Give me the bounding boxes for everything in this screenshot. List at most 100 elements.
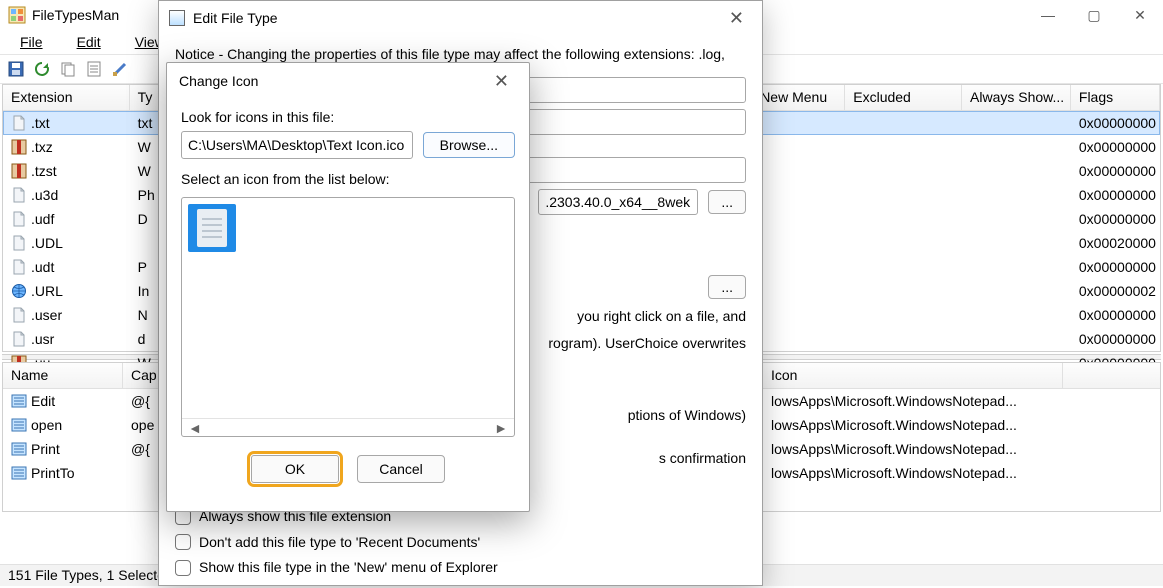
excluded-cell [845,217,962,221]
ext-text: .tzst [31,163,57,179]
toolbar-options-icon[interactable] [108,57,132,81]
icon-listbox[interactable]: ◄ ► [181,197,515,437]
ok-button[interactable]: OK [251,455,339,483]
col-always-show[interactable]: Always Show... [962,85,1071,110]
app-title: FileTypesMan [32,7,119,23]
edit-browse-2[interactable]: ... [708,275,746,299]
action-name: PrintTo [31,465,75,481]
close-button[interactable]: ✕ [1117,0,1163,30]
ext-text: .UDL [31,235,63,251]
alwaysshow-cell [962,217,1071,221]
cancel-button[interactable]: Cancel [357,455,445,483]
icon-scrollbar[interactable]: ◄ ► [182,418,514,436]
checkbox-recent-documents[interactable]: Don't add this file type to 'Recent Docu… [175,533,746,553]
action-name: open [31,417,62,433]
minimize-button[interactable]: — [1025,0,1071,30]
toolbar-copy-icon[interactable] [56,57,80,81]
excluded-cell [845,121,962,125]
toolbar-properties-icon[interactable] [82,57,106,81]
alwaysshow-cell [962,337,1071,341]
newmenu-cell [752,145,845,149]
edit-browse-1[interactable]: ... [708,190,746,214]
col-flags[interactable]: Flags [1071,85,1160,110]
newmenu-cell [752,289,845,293]
edit-dialog-icon [169,10,185,26]
flags-cell: 0x00000000 [1071,329,1160,349]
text-file-icon [197,209,227,247]
menu-edit[interactable]: Edit [61,32,117,52]
col-icon[interactable]: Icon [763,363,1063,388]
look-for-label: Look for icons in this file: [181,109,515,125]
ext-text: .udf [31,211,54,227]
file-type-icon [11,259,27,275]
file-type-icon [11,235,27,251]
excluded-cell [845,337,962,341]
file-type-icon [11,211,27,227]
excluded-cell [845,241,962,245]
change-icon-title: Change Icon [179,73,258,89]
icon-file-path-input[interactable] [181,131,413,159]
scroll-left-icon[interactable]: ◄ [188,420,202,436]
alwaysshow-cell [962,169,1071,173]
flags-cell: 0x00000000 [1071,185,1160,205]
status-text: 151 File Types, 1 Selected [8,567,173,583]
file-type-icon [11,115,27,131]
col-new-menu[interactable]: New Menu [752,85,845,110]
newmenu-cell [752,217,845,221]
flags-cell: 0x00000000 [1071,161,1160,181]
excluded-cell [845,289,962,293]
alwaysshow-cell [962,145,1071,149]
alwaysshow-cell [962,241,1071,245]
flags-cell: 0x00000000 [1071,305,1160,325]
action-icon [11,417,27,433]
scroll-right-icon[interactable]: ► [494,420,508,436]
newmenu-cell [752,313,845,317]
alwaysshow-cell [962,193,1071,197]
edit-dialog-titlebar[interactable]: Edit File Type ✕ [159,1,762,35]
change-icon-titlebar[interactable]: Change Icon ✕ [167,63,529,99]
checkbox-icon [175,534,191,550]
file-type-icon [11,139,27,155]
flags-cell: 0x00000000 [1071,113,1160,133]
action-icon-path: lowsApps\Microsoft.WindowsNotepad... [763,463,1063,483]
newmenu-cell [752,121,845,125]
browse-button[interactable]: Browse... [423,132,515,158]
action-icon-path: lowsApps\Microsoft.WindowsNotepad... [763,391,1063,411]
edit-dialog-close-icon[interactable]: ✕ [721,8,752,29]
col-extension[interactable]: Extension [3,85,130,110]
file-type-icon [11,307,27,323]
select-icon-label: Select an icon from the list below: [181,171,515,187]
newmenu-cell [752,169,845,173]
excluded-cell [845,169,962,173]
action-name: Edit [31,393,55,409]
maximize-button[interactable]: ▢ [1071,0,1117,30]
flags-cell: 0x00000000 [1071,209,1160,229]
file-type-icon [11,283,27,299]
flags-cell: 0x00020000 [1071,233,1160,253]
newmenu-cell [752,241,845,245]
checkbox-icon [175,560,191,576]
toolbar-refresh-icon[interactable] [30,57,54,81]
action-icon [11,393,27,409]
edit-program-path[interactable] [538,189,698,215]
change-icon-close-icon[interactable]: ✕ [486,71,517,92]
ext-text: .txt [31,115,50,131]
col-excluded[interactable]: Excluded [845,85,962,110]
action-icon [11,441,27,457]
ext-text: .usr [31,331,54,347]
edit-dialog-title: Edit File Type [193,10,278,26]
checkbox-label: Don't add this file type to 'Recent Docu… [199,533,480,553]
file-type-icon [11,331,27,347]
icon-choice-selected[interactable] [188,204,236,252]
action-icon-path: lowsApps\Microsoft.WindowsNotepad... [763,415,1063,435]
change-icon-dialog: Change Icon ✕ Look for icons in this fil… [166,62,530,512]
checkbox-new-menu[interactable]: Show this file type in the 'New' menu of… [175,558,746,578]
excluded-cell [845,265,962,269]
file-type-icon [11,163,27,179]
action-icon-path: lowsApps\Microsoft.WindowsNotepad... [763,439,1063,459]
menu-file[interactable]: File [4,32,59,52]
excluded-cell [845,313,962,317]
toolbar-save-icon[interactable] [4,57,28,81]
col-name[interactable]: Name [3,363,123,388]
flags-cell: 0x00000002 [1071,281,1160,301]
